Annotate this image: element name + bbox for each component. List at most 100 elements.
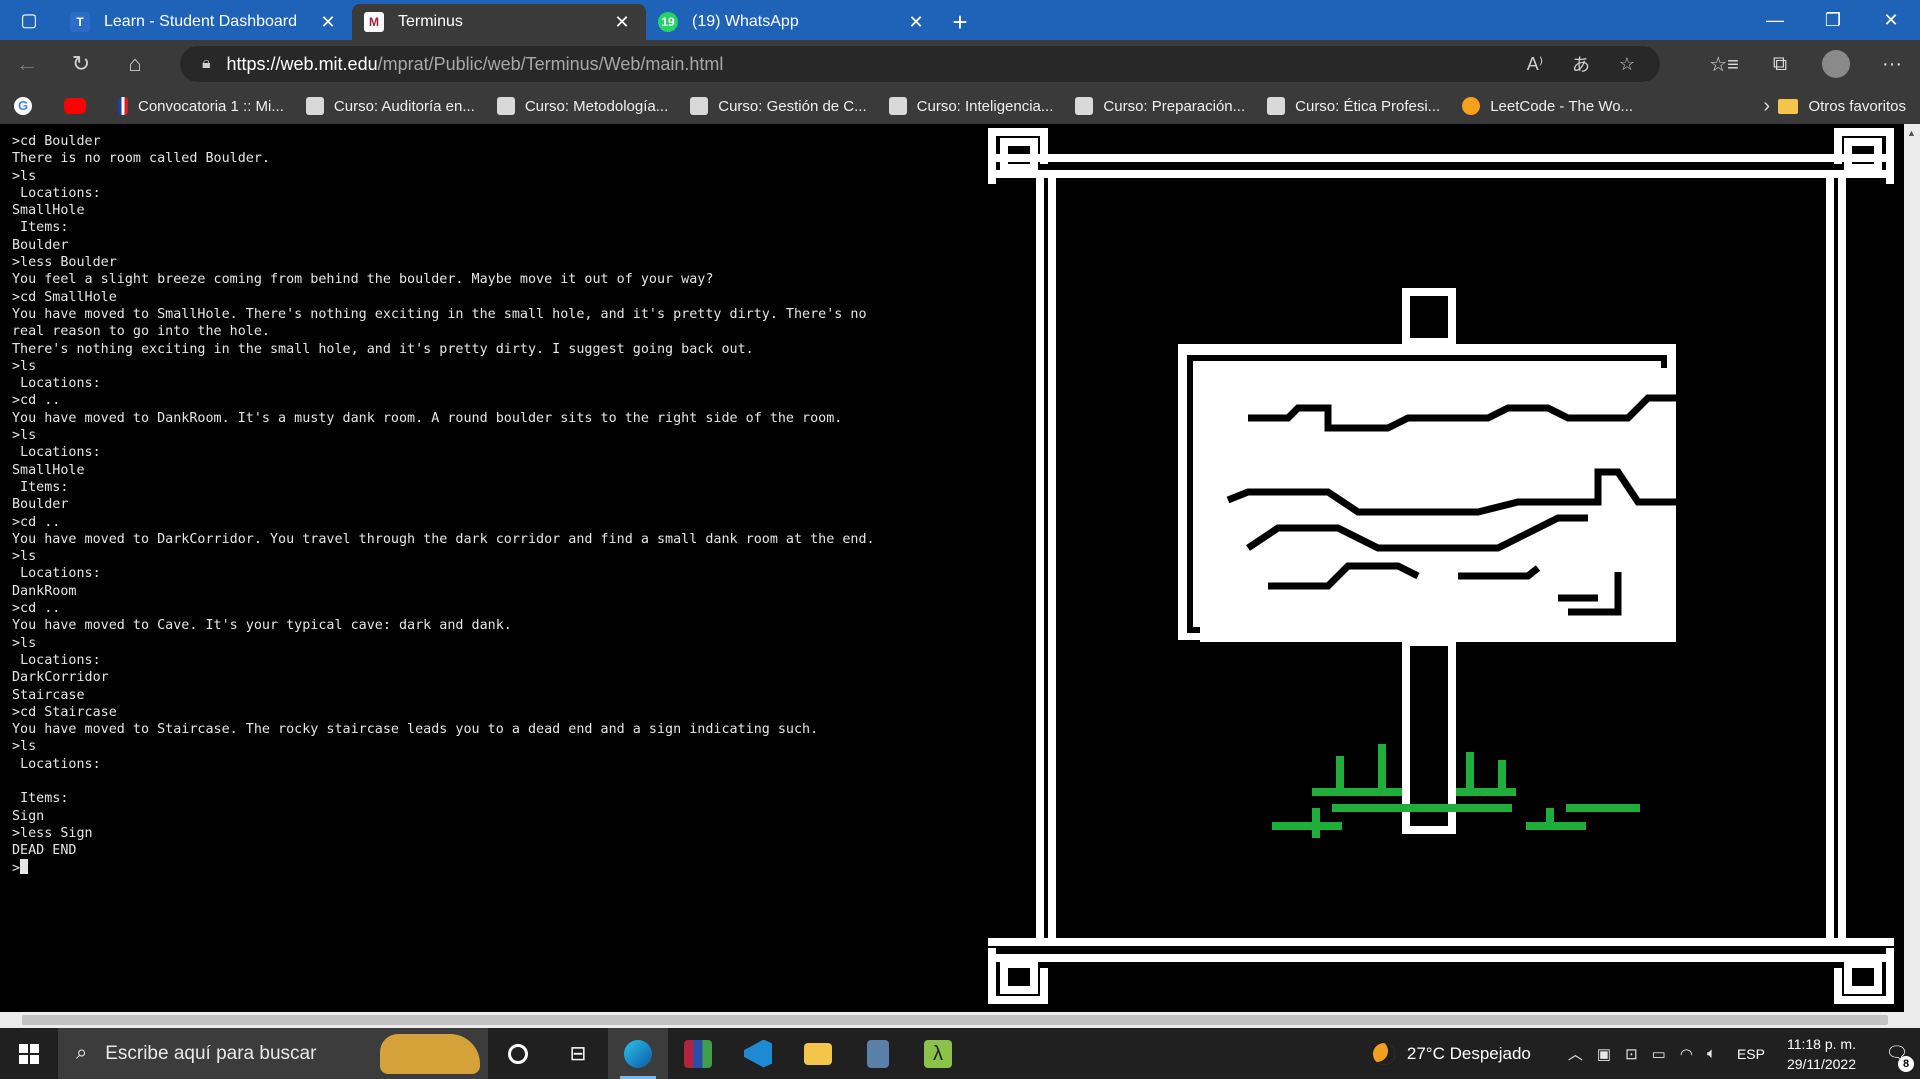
bookmark-item[interactable]: Curso: Ética Profesi... xyxy=(1267,97,1440,115)
read-aloud-icon[interactable]: A⁾ xyxy=(1512,54,1558,75)
terminal-line: You have moved to Cave. It's your typica… xyxy=(12,618,512,634)
terminal-line: >cd .. xyxy=(12,393,61,409)
close-icon[interactable]: ✕ xyxy=(904,12,928,33)
terminal-line: SmallHole xyxy=(12,203,85,219)
terminal-line: Locations: xyxy=(12,445,101,461)
close-window-button[interactable]: ✕ xyxy=(1862,0,1920,40)
camera-icon[interactable]: ▣ xyxy=(1597,1045,1611,1063)
learn-icon: T xyxy=(70,12,90,32)
new-tab-button[interactable]: + xyxy=(940,4,980,40)
task-view-button[interactable]: ⊟ xyxy=(548,1028,608,1079)
terminal-line: Locations: xyxy=(12,566,101,582)
terminal-line: >cd .. xyxy=(12,514,61,530)
tab-learn[interactable]: T Learn - Student Dashboard ✕ xyxy=(58,4,352,40)
start-button[interactable] xyxy=(0,1028,58,1079)
dead-end-sign-art xyxy=(986,128,1896,1004)
favorites-icon[interactable]: ☆≡ xyxy=(1696,52,1752,77)
terminal-line: Locations: xyxy=(12,756,101,772)
close-icon[interactable]: ✕ xyxy=(316,12,340,33)
chevron-right-icon[interactable]: › xyxy=(1763,88,1770,124)
chevron-up-icon[interactable]: ︿ xyxy=(1568,1043,1583,1064)
terminal-line: >cd SmallHole xyxy=(12,289,117,305)
scrollbar-thumb[interactable] xyxy=(22,1015,1888,1025)
terminal-line: You have moved to SmallHole. There's not… xyxy=(12,306,867,322)
search-highlight-image[interactable] xyxy=(380,1034,480,1074)
terminal-line: Items: xyxy=(12,479,69,495)
terminal-line: >ls xyxy=(12,428,37,444)
tab-terminus[interactable]: M Terminus ✕ xyxy=(352,4,646,40)
course-icon xyxy=(496,97,515,115)
terminal-line: DarkCorridor xyxy=(12,670,109,686)
calculator-taskbar-button[interactable] xyxy=(848,1028,908,1079)
bookmark-label: Curso: Gestión de C... xyxy=(718,97,867,115)
cortana-button[interactable] xyxy=(488,1028,548,1079)
bookmark-label: Curso: Auditoría en... xyxy=(333,97,475,115)
settings-menu-icon[interactable]: ··· xyxy=(1864,53,1920,76)
terminal-prompt[interactable]: > xyxy=(12,859,972,877)
refresh-button[interactable]: ↻ xyxy=(54,40,108,88)
search-placeholder: Escribe aquí para buscar xyxy=(105,1042,317,1064)
close-icon[interactable]: ✕ xyxy=(610,12,634,33)
terminal-line: >less Sign xyxy=(12,825,93,841)
bookmark-item[interactable]: Curso: Metodología... xyxy=(496,97,669,115)
folder-icon xyxy=(1778,98,1799,114)
horizontal-scrollbar[interactable] xyxy=(0,1012,1920,1028)
address-bar[interactable]: 🔒︎ https://web.mit.edu/mprat/Public/web/… xyxy=(180,46,1660,82)
terminus-page: >cd Boulder There is no room called Bould… xyxy=(0,124,1920,1012)
url-host: https://web.mit.edu xyxy=(226,53,378,74)
whatsapp-icon: 19 xyxy=(658,12,678,32)
bookmark-item[interactable]: Curso: Inteligencia... xyxy=(888,97,1053,115)
weather-text: 27°C Despejado xyxy=(1406,1043,1531,1063)
bookmark-item[interactable]: Curso: Gestión de C... xyxy=(690,97,867,115)
bookmark-youtube[interactable] xyxy=(64,98,96,114)
terminal-line: You have moved to Staircase. The rocky s… xyxy=(12,722,819,738)
restore-button[interactable]: ❐ xyxy=(1804,0,1862,40)
lambda-icon: λ xyxy=(924,1039,952,1068)
url-path: /mprat/Public/web/Terminus/Web/main.html xyxy=(377,53,724,74)
volume-icon[interactable]: 🔈︎ xyxy=(1707,1045,1716,1062)
minimize-button[interactable]: — xyxy=(1746,0,1804,40)
winrar-taskbar-button[interactable] xyxy=(668,1028,728,1079)
clock[interactable]: 11:18 p. m. 29/11/2022 xyxy=(1787,1034,1856,1074)
notification-center-button[interactable]: 🗨︎ 8 xyxy=(1874,1043,1920,1072)
tab-actions-button[interactable]: ▢ xyxy=(0,0,58,40)
collections-icon[interactable]: ⧉ xyxy=(1752,53,1808,76)
home-button[interactable]: ⌂ xyxy=(108,40,162,88)
other-favorites-folder[interactable]: Otros favoritos xyxy=(1778,88,1906,124)
text-cursor xyxy=(20,859,29,875)
wifi-icon[interactable]: ◠ xyxy=(1680,1045,1693,1063)
terminal-line: >less Boulder xyxy=(12,255,117,271)
scroll-up-icon[interactable]: ▲ xyxy=(1907,128,1916,138)
bookmark-item[interactable]: Curso: Preparación... xyxy=(1075,97,1245,115)
bookmark-label: Curso: Metodología... xyxy=(524,97,669,115)
bookmark-item[interactable]: Curso: Auditoría en... xyxy=(305,97,475,115)
terminal-line: Sign xyxy=(12,808,45,824)
tab-whatsapp[interactable]: 19 (19) WhatsApp ✕ xyxy=(646,4,940,40)
add-favorite-icon[interactable]: ☆ xyxy=(1604,54,1650,75)
vscode-taskbar-button[interactable] xyxy=(728,1028,788,1079)
terminal-output[interactable]: >cd Boulder There is no room called Bould… xyxy=(12,133,972,878)
explorer-taskbar-button[interactable] xyxy=(788,1028,848,1079)
edge-taskbar-button[interactable] xyxy=(608,1028,668,1079)
battery-icon[interactable]: ▭ xyxy=(1652,1045,1666,1063)
terminal-line: Items: xyxy=(12,220,69,236)
device-icon[interactable]: ⊡ xyxy=(1625,1045,1638,1063)
vscode-icon xyxy=(744,1039,772,1068)
bookmark-item[interactable]: Convocatoria 1 :: Mi... xyxy=(118,97,284,115)
terminal-line: SmallHole xyxy=(12,462,85,478)
vertical-scrollbar[interactable]: ▲ xyxy=(1904,124,1920,1012)
taskbar-search[interactable]: ⌕ Escribe aquí para buscar xyxy=(58,1028,488,1079)
language-indicator[interactable]: ESP xyxy=(1737,1046,1765,1062)
lock-icon[interactable]: 🔒︎ xyxy=(202,55,211,73)
bookmark-google[interactable]: G xyxy=(14,97,42,115)
course-icon xyxy=(1075,97,1094,115)
weather-widget[interactable]: 27°C Despejado xyxy=(1372,1042,1531,1065)
profile-button[interactable] xyxy=(1808,50,1864,78)
lambda-app-taskbar-button[interactable]: λ xyxy=(908,1028,968,1079)
task-view-icon: ⊟ xyxy=(569,1043,587,1065)
back-button[interactable]: ← xyxy=(0,40,54,88)
bookmark-item[interactable]: LeetCode - The Wo... xyxy=(1462,97,1633,115)
translate-icon[interactable]: あ xyxy=(1558,51,1604,77)
leetcode-icon xyxy=(1462,97,1481,115)
